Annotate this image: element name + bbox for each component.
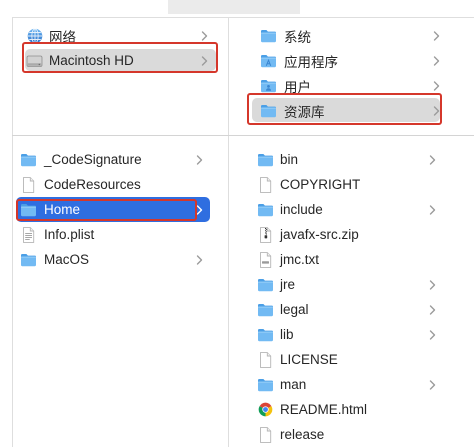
item-label: 资源库 [284,104,325,120]
item-label: 用户 [284,79,311,95]
file-icon [257,351,274,368]
item-label: _CodeSignature [44,152,142,167]
folder-icon [257,152,274,168]
item-label: COPYRIGHT [280,177,361,192]
column-item[interactable]: Macintosh HD [18,42,220,73]
plist-icon [20,226,37,243]
applications-folder-icon [260,53,277,69]
column-item[interactable]: 资源库 [247,93,445,125]
window-resize-handle[interactable] [168,0,300,14]
item-label: release [280,427,325,442]
item-label: lib [280,327,294,342]
column-item[interactable]: MacOS [16,247,212,272]
chevron-right-icon [433,30,440,41]
column-item[interactable]: 应用程序 [250,48,445,73]
column-item[interactable]: include [250,197,445,222]
column-item[interactable]: 用户 [250,73,445,98]
column-divider[interactable] [228,18,229,135]
folder-icon [20,202,37,218]
chevron-right-icon [433,55,440,66]
folder-icon [20,152,37,168]
item-label: jre [280,277,296,292]
column-item[interactable]: _CodeSignature [16,147,212,172]
folder-icon [260,28,277,44]
item-label: bin [280,152,299,167]
chevron-right-icon [201,30,208,41]
item-label: 应用程序 [284,54,338,70]
column-item[interactable]: man [250,372,445,397]
column-item[interactable]: 网络 [18,23,220,48]
chevron-right-icon [429,154,436,165]
item-label: Macintosh HD [49,53,134,68]
globe-icon [26,27,43,44]
item-label: 网络 [49,29,76,45]
panel-border [12,136,13,447]
item-label: CodeResources [44,177,141,192]
chevron-right-icon [429,279,436,290]
column-item[interactable]: bin [250,147,445,172]
folder-icon [20,252,37,268]
chevron-right-icon [429,329,436,340]
column-bottom-right: bin COPYRIGHT include javafx-src.zip jmc.txt… [250,147,445,447]
column-item[interactable]: LICENSE [250,347,445,372]
item-label: README.html [280,402,368,417]
item-label: LICENSE [280,352,338,367]
chevron-right-icon [433,80,440,91]
column-item[interactable]: README.html [250,397,445,422]
column-divider[interactable] [228,136,229,447]
item-label: include [280,202,323,217]
item-label: Home [44,202,81,217]
folder-icon [257,327,274,343]
chevron-right-icon [196,254,203,265]
column-item[interactable]: Home [16,197,212,222]
column-item[interactable]: release [250,422,445,447]
item-label: legal [280,302,309,317]
column-top-left: 网络 Macintosh HD [18,23,220,73]
column-top-right: 系统应用程序用户资源库 [247,23,445,125]
file-icon [257,426,274,443]
disk-icon [26,53,43,69]
zip-icon [257,226,274,243]
chevron-right-icon [429,379,436,390]
column-item[interactable]: jre [250,272,445,297]
item-label: 系统 [284,29,311,45]
chevron-right-icon [196,204,203,215]
item-label: man [280,377,307,392]
item-label: Info.plist [44,227,95,242]
folder-icon [257,377,274,393]
column-bottom-left: _CodeSignature CodeResources Home Info.plis… [16,147,212,272]
item-label: javafx-src.zip [280,227,359,242]
file-icon [20,176,37,193]
column-item[interactable]: legal [250,297,445,322]
folder-icon [257,302,274,318]
item-label: MacOS [44,252,90,267]
chevron-right-icon [196,154,203,165]
chevron-right-icon [201,55,208,66]
column-item[interactable]: 系统 [250,23,445,48]
folder-icon [257,277,274,293]
column-item[interactable]: lib [250,322,445,347]
column-item[interactable]: Info.plist [16,222,212,247]
chrome-icon [257,402,274,418]
panel-border [12,18,13,135]
users-folder-icon [260,78,277,94]
column-item[interactable]: javafx-src.zip [250,222,445,247]
panel-border [12,17,474,18]
txt-icon [257,251,274,268]
folder-icon [257,202,274,218]
column-item[interactable]: CodeResources [16,172,212,197]
item-label: jmc.txt [280,252,319,267]
folder-icon [260,103,277,119]
chevron-right-icon [433,105,440,116]
panel-divider [12,135,474,136]
column-item[interactable]: jmc.txt [250,247,445,272]
column-item[interactable]: COPYRIGHT [250,172,445,197]
chevron-right-icon [429,304,436,315]
chevron-right-icon [429,204,436,215]
file-icon [257,176,274,193]
